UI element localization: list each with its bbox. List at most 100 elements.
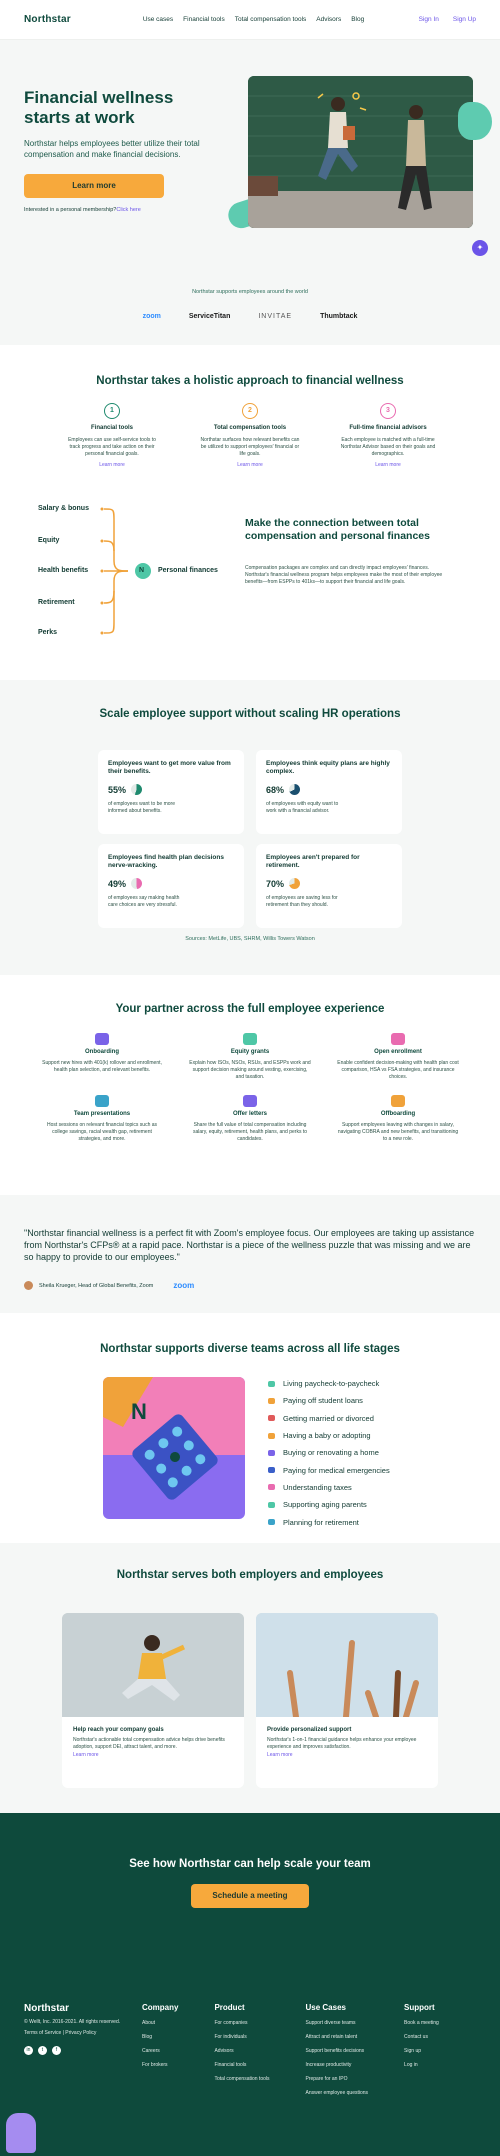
pie-chart-icon [131,784,143,795]
pillar-advisors: 3 Full-time financial advisors Each empl… [338,403,438,469]
partner-item-text: Support employees leaving with changes i… [337,1122,459,1142]
nav-link-financial-tools[interactable]: Financial tools [183,16,225,23]
footer-link[interactable]: Total compensation tools [214,2076,269,2082]
footer-link[interactable]: About [142,2020,178,2026]
employers-card-title: Help reach your company goals [73,1727,164,1733]
sign-in-link[interactable]: Sign In [419,16,439,23]
connection-text: Compensation packages are complex and ca… [245,565,443,585]
flow-label-retirement: Retirement [38,599,75,606]
footer-link[interactable]: Log in [404,2062,439,2068]
footer-link[interactable]: Answer employee questions [306,2090,369,2096]
footer-link[interactable]: Increase productivity [306,2062,369,2068]
stat-percent: 49% [108,878,127,889]
brand-logo-servicetitan: ServiceTitan [188,313,231,320]
pillar-text: Employees can use self-service tools to … [68,437,156,457]
flow-label-equity: Equity [38,537,60,544]
partner-item-text: Host sessions on relevant financial topi… [46,1122,158,1142]
pillar-learn-more-link[interactable]: Learn more [62,462,162,469]
footer-column: Use Cases Support diverse teams Attract an… [306,2003,369,2104]
stat-percent: 70% [266,878,285,889]
holistic-section: Northstar takes a holistic approach to f… [0,345,500,680]
footer-link[interactable]: Contact us [404,2034,439,2040]
footer-column: Support Book a meeting Contact us Sign up Lo… [404,2003,439,2104]
mascot-illustration [6,2113,36,2153]
trusted-text: Northstar supports employees around the … [192,289,308,295]
life-stage-label: Planning for retirement [283,1517,359,1527]
testimonial-author: Sheila Krueger, Head of Global Benefits,… [39,1282,154,1289]
employers-card-text: Northstar's actionable total compensatio… [73,1737,225,1750]
footer-link[interactable]: Attract and retain talent [306,2034,369,2040]
linkedin-icon[interactable]: in [24,2046,33,2055]
schedule-meeting-button[interactable]: Schedule a meeting [191,1884,309,1908]
pillar-financial-tools: 1 Financial tools Employees can use self… [62,403,162,469]
flow-label-salary: Salary & bonus [38,505,89,512]
pillar-learn-more-link[interactable]: Learn more [338,462,438,469]
footer-link[interactable]: Financial tools [214,2062,269,2068]
footer-column: Product For companies For individuals Advis… [214,2003,269,2104]
membership-link[interactable]: Click here [116,207,140,213]
partner-item: Offboarding Support employees leaving wit… [337,1095,459,1143]
stat-card-title: Employees think equity plans are highly … [266,760,390,775]
nav-link-total-comp[interactable]: Total compensation tools [235,16,307,23]
decorative-blob-right [458,102,492,140]
pillar-learn-more-link[interactable]: Learn more [200,462,300,469]
compensation-flow-diagram: Salary & bonus Equity Health benefits Re… [0,491,500,661]
partner-item-title: Team presentations [73,1111,131,1117]
stat-row: 68% [266,784,392,795]
scale-section: Scale employee support without scaling H… [0,680,500,975]
footer-link[interactable]: Book a meeting [404,2020,439,2026]
hero-photo [248,76,473,228]
footer-link[interactable]: Blog [142,2034,178,2040]
life-stage-label: Living paycheck-to-paycheck [283,1379,380,1389]
stat-percent: 68% [266,784,285,795]
northstar-logo[interactable]: Northstar [24,14,71,25]
nav-link-advisors[interactable]: Advisors [316,16,341,23]
holistic-title: Northstar takes a holistic approach to f… [96,375,404,387]
footer-link[interactable]: Sign up [404,2048,439,2054]
life-stage-label: Getting married or divorced [283,1413,374,1423]
testimonial-section: "Northstar financial wellness is a perfe… [0,1195,500,1313]
flow-label-perks: Perks [38,629,58,636]
partner-item-title: Equity grants [230,1049,270,1055]
footer-link[interactable]: For brokers [142,2062,178,2068]
life-stage-icon [268,1484,275,1491]
life-stage-icon [268,1501,275,1508]
footer: Northstar © Wellt, Inc. 2016-2021. All r… [0,1993,500,2156]
chat-widget-icon[interactable]: ✦ [472,240,488,256]
facebook-icon[interactable]: f [52,2046,61,2055]
footer-column: Company About Blog Careers For brokers [142,2003,178,2104]
footer-link[interactable]: For companies [214,2020,269,2026]
northstar-hub-icon: N [139,567,145,574]
partner-item-text: Enable confident decision-making with he… [337,1060,459,1080]
nav-link-blog[interactable]: Blog [351,16,364,23]
life-stages-section: Northstar supports diverse teams across … [0,1313,500,1543]
stat-card-title: Employees find health plan decisions ner… [108,854,224,869]
employees-card: Provide personalized support Northstar's… [256,1613,438,1788]
pie-chart-icon [131,878,143,889]
footer-link[interactable]: Support benefits decisions [306,2048,369,2054]
footer-link[interactable]: Support diverse teams [306,2020,369,2026]
partner-item: Onboarding Support new hires with 401(k) … [41,1033,163,1081]
cta-title: See how Northstar can help scale your te… [129,1858,371,1870]
footer-link[interactable]: Prepare for an IPO [306,2076,369,2082]
life-stage-item: Understanding taxes [268,1479,390,1496]
employees-learn-more-link[interactable]: Learn more [267,1752,427,1758]
sign-up-link[interactable]: Sign Up [453,16,476,23]
partner-item: Team presentations Host sessions on relev… [41,1095,163,1143]
stat-row: 49% [108,878,234,889]
partner-item-text: Explain how ISOs, NSOs, RSUs, and ESPPs … [189,1060,311,1080]
nav-link-use-cases[interactable]: Use cases [143,16,173,23]
partner-item-icon [391,1095,405,1107]
footer-link[interactable]: Careers [142,2048,178,2054]
employers-card: Help reach your company goals Northstar'… [62,1613,244,1788]
stat-text: of employees want to be more informed ab… [108,801,175,814]
life-stage-icon [268,1467,275,1474]
twitter-icon[interactable]: t [38,2046,47,2055]
employers-learn-more-link[interactable]: Learn more [73,1752,233,1758]
footer-link[interactable]: For individuals [214,2034,269,2040]
learn-more-button[interactable]: Learn more [24,174,164,198]
life-stages-illustration: N [103,1377,245,1519]
stat-text: of employees are saving less for retirem… [266,895,338,908]
footer-link[interactable]: Advisors [214,2048,269,2054]
stat-row: 55% [108,784,234,795]
